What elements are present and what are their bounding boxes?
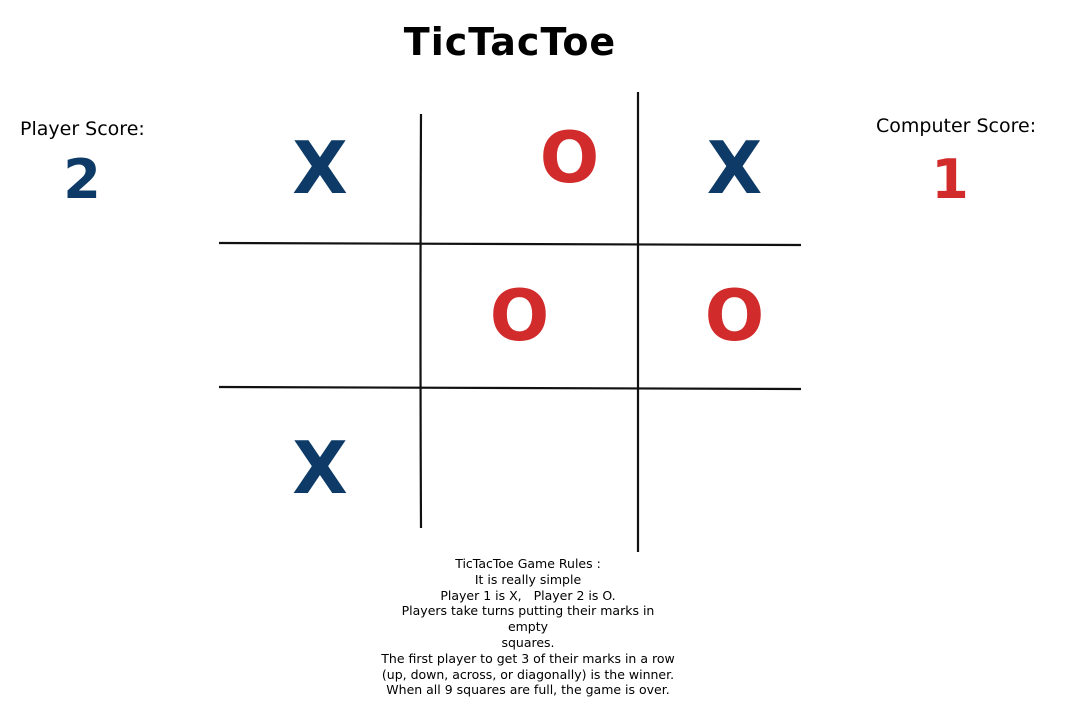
board-cell-1-2[interactable]: O xyxy=(461,82,678,234)
board-cell-2-2[interactable]: O xyxy=(411,244,628,388)
rules-line: The first player to get 3 of their marks… xyxy=(381,650,675,666)
board-cell-3-2[interactable] xyxy=(421,388,638,548)
board-cell-1-3[interactable]: X xyxy=(653,92,816,244)
rules-line: When all 9 squares are full, the game is… xyxy=(386,682,670,698)
board-cell-2-1[interactable] xyxy=(219,244,421,388)
rules-line: It is really simple xyxy=(474,571,582,587)
board-cell-3-1[interactable]: X xyxy=(219,388,421,548)
rules-line: (up, down, across, or diagonally) is the… xyxy=(381,666,675,682)
rules-line: Players take turns putting their marks i… xyxy=(401,603,659,635)
rules-line: TicTacToe Game Rules : xyxy=(455,556,601,571)
board-cell-1-1[interactable]: X xyxy=(219,92,421,244)
rules-line: Player 1 is X, Player 2 is O. xyxy=(440,587,616,603)
rules-line: squares. xyxy=(501,634,555,650)
board-cell-3-3[interactable] xyxy=(638,388,801,548)
game-rules: TicTacToe Game Rules : It is really simp… xyxy=(380,556,676,698)
board-cell-2-3[interactable]: O xyxy=(653,244,816,388)
